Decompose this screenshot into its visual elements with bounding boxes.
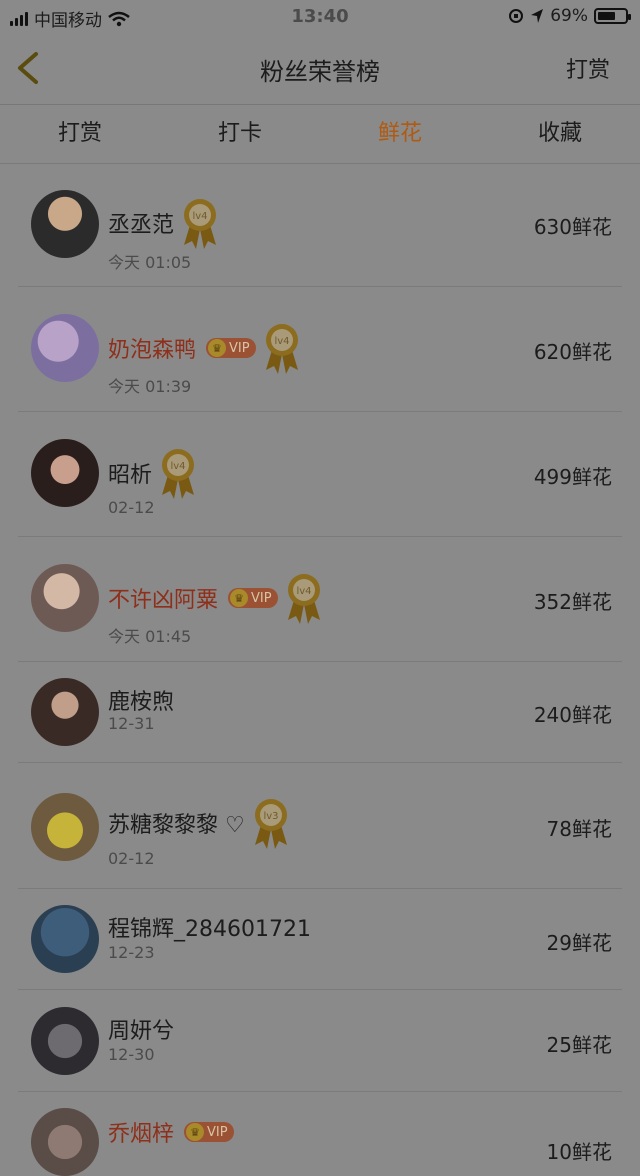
- user-name: 周妍兮: [108, 1019, 175, 1044]
- tab-checkin[interactable]: 打卡: [160, 105, 320, 163]
- fan-ranking-list: 丞丞范 lv4 今天 01:05 630鲜花 奶泡森鸭 ♛ VIP lv4 今天…: [0, 163, 640, 1176]
- avatar: [31, 190, 99, 258]
- battery-icon: [594, 8, 631, 24]
- list-item[interactable]: 奶泡森鸭 ♛ VIP lv4 今天 01:39 620鲜花: [18, 287, 622, 412]
- flower-count: 78鲜花: [546, 817, 612, 841]
- page-title: 粉丝荣誉榜: [260, 58, 380, 86]
- time-label: 02-12: [108, 849, 155, 868]
- status-bar: 中国移动 13:40 69%: [0, 0, 640, 34]
- battery-fill: [598, 12, 615, 20]
- time-label: 今天 01:45: [108, 627, 192, 646]
- list-item[interactable]: 苏糖黎黎黎 ♡ lv3 02-12 78鲜花: [18, 763, 622, 889]
- crown-icon: ♛: [208, 339, 227, 357]
- tab-favorites[interactable]: 收藏: [480, 105, 640, 163]
- vip-badge: ♛ VIP: [184, 1122, 234, 1142]
- level-label: lv3: [263, 811, 278, 822]
- level-medal-icon: lv4: [287, 574, 320, 624]
- crown-icon: ♛: [186, 1123, 205, 1141]
- user-name: 不许凶阿粟: [108, 588, 219, 613]
- avatar: [31, 439, 99, 507]
- level-label: lv4: [170, 461, 185, 472]
- tip-button[interactable]: 打赏: [566, 52, 610, 84]
- list-item[interactable]: 丞丞范 lv4 今天 01:05 630鲜花: [18, 163, 622, 287]
- time-label: 今天 01:39: [108, 377, 192, 396]
- user-name: 苏糖黎黎黎 ♡: [108, 813, 245, 838]
- vip-badge: ♛ VIP: [228, 588, 278, 608]
- flower-count: 352鲜花: [533, 590, 612, 614]
- avatar: [31, 564, 99, 632]
- flower-count: 10鲜花: [546, 1140, 612, 1164]
- time-label: 12-23: [108, 943, 155, 962]
- location-icon: [531, 9, 544, 23]
- tab-bar: 打赏 打卡 鲜花 收藏: [0, 105, 640, 164]
- avatar: [31, 1007, 99, 1075]
- tab-tip[interactable]: 打赏: [0, 105, 160, 163]
- nav-bar: 粉丝荣誉榜 打赏: [0, 34, 640, 105]
- avatar: [31, 1108, 99, 1176]
- user-name: 昭析: [108, 463, 153, 488]
- flower-count: 240鲜花: [533, 703, 612, 727]
- flower-count: 630鲜花: [533, 215, 612, 239]
- level-label: lv4: [274, 336, 289, 347]
- flower-count: 29鲜花: [546, 931, 612, 955]
- vip-label: VIP: [229, 340, 250, 356]
- battery-percent: 69%: [550, 6, 588, 26]
- flower-count: 25鲜花: [546, 1033, 612, 1057]
- level-medal-icon: lv3: [254, 799, 287, 849]
- time-label: 02-12: [108, 498, 155, 517]
- crown-icon: ♛: [230, 589, 249, 607]
- avatar: [31, 793, 99, 861]
- vip-badge: ♛ VIP: [206, 338, 256, 358]
- time-label: 12-30: [108, 1045, 155, 1064]
- user-name: 奶泡森鸭: [108, 338, 197, 363]
- time-label: 12-31: [108, 714, 155, 733]
- tab-flowers[interactable]: 鲜花: [320, 105, 480, 163]
- rotation-lock-icon: [509, 9, 524, 23]
- vip-label: VIP: [207, 1124, 228, 1140]
- level-medal-icon: lv4: [162, 449, 195, 499]
- list-item[interactable]: 不许凶阿粟 ♛ VIP lv4 今天 01:45 352鲜花: [18, 537, 622, 662]
- level-label: lv4: [296, 586, 311, 597]
- list-item[interactable]: 昭析 lv4 02-12 499鲜花: [18, 412, 622, 537]
- flower-count: 620鲜花: [533, 340, 612, 364]
- user-name: 鹿桉煦: [108, 690, 175, 715]
- level-label: lv4: [192, 211, 207, 222]
- user-name: 乔烟梓: [108, 1122, 175, 1147]
- avatar: [31, 905, 99, 973]
- user-name: 丞丞范: [108, 213, 175, 238]
- flower-count: 499鲜花: [533, 465, 612, 489]
- list-item[interactable]: 乔烟梓 ♛ VIP 10鲜花: [18, 1092, 622, 1176]
- avatar: [31, 314, 99, 382]
- vip-label: VIP: [251, 590, 272, 606]
- list-item[interactable]: 程锦辉_284601721 12-23 29鲜花: [18, 889, 622, 990]
- avatar: [31, 678, 99, 746]
- list-item[interactable]: 鹿桉煦 12-31 240鲜花: [18, 662, 622, 763]
- user-name: 程锦辉_284601721: [108, 917, 311, 942]
- level-medal-icon: lv4: [184, 199, 217, 249]
- time-label: 今天 01:05: [108, 253, 192, 272]
- list-item[interactable]: 周妍兮 12-30 25鲜花: [18, 990, 622, 1092]
- level-medal-icon: lv4: [265, 324, 298, 374]
